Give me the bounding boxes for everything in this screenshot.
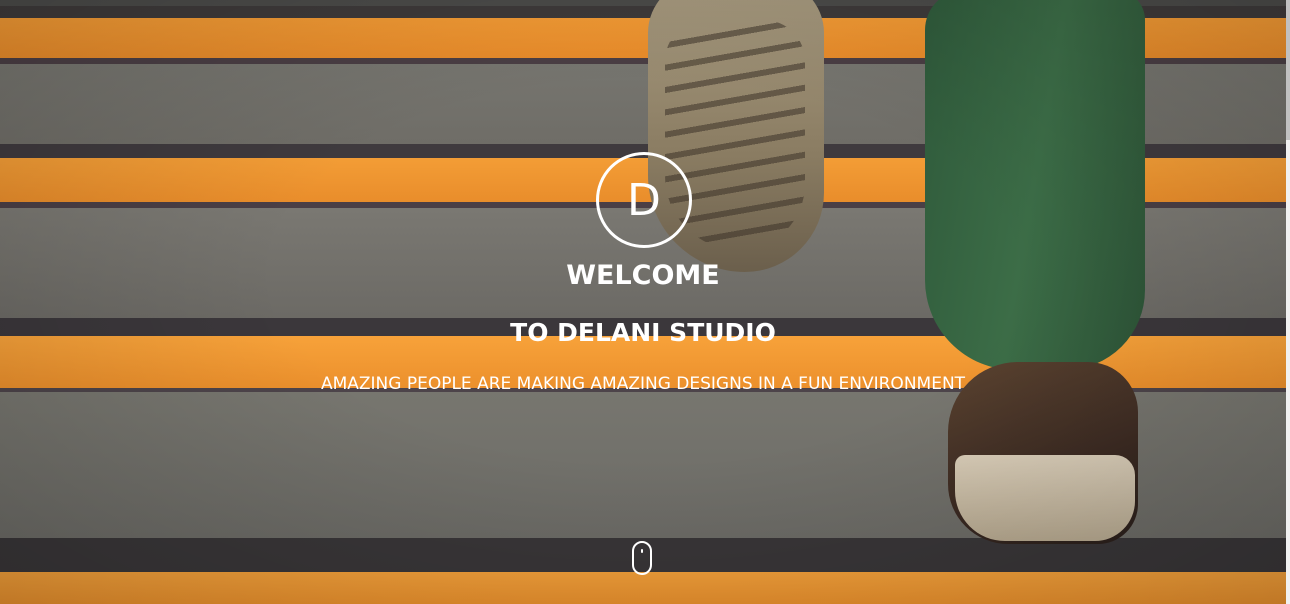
page-scrollbar[interactable] <box>1286 0 1290 604</box>
hero-content: D WELCOME TO DELANI STUDIO AMAZING PEOPL… <box>0 0 1286 604</box>
brand-logo: D <box>596 152 692 248</box>
mouse-scroll-icon[interactable] <box>632 541 652 575</box>
hero-section: D WELCOME TO DELANI STUDIO AMAZING PEOPL… <box>0 0 1286 604</box>
hero-tagline: AMAZING PEOPLE ARE MAKING AMAZING DESIGN… <box>320 374 966 394</box>
scrollbar-thumb[interactable] <box>1286 0 1290 140</box>
logo-letter: D <box>627 174 661 226</box>
hero-subtitle: TO DELANI STUDIO <box>510 318 776 347</box>
mouse-wheel-icon <box>641 549 643 553</box>
hero-title: WELCOME <box>566 260 720 291</box>
